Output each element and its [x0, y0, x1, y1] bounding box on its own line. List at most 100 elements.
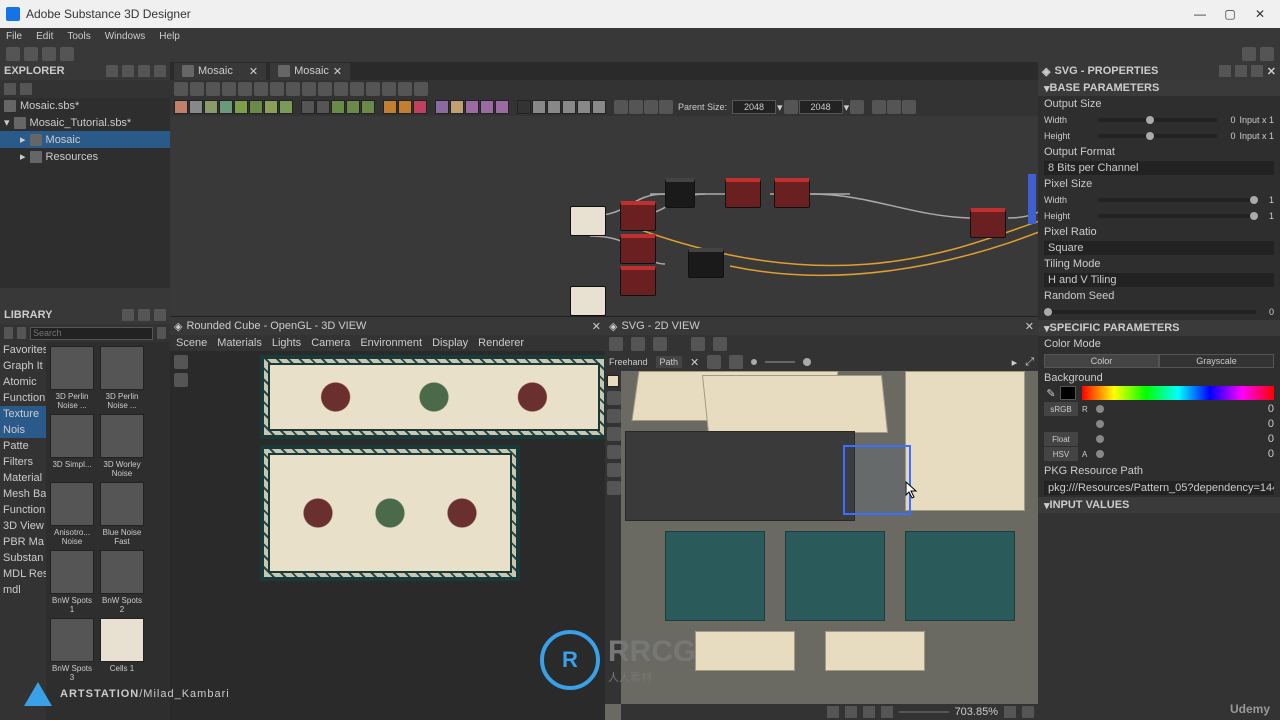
lib-thumb[interactable]: BnW Spots 3 [50, 618, 94, 682]
rect-tool-icon[interactable] [607, 427, 621, 441]
tool-icon[interactable] [190, 82, 204, 96]
pixel-width-slider[interactable] [1098, 198, 1256, 202]
palette-item[interactable] [189, 100, 203, 114]
close-view-icon[interactable]: ✕ [1025, 320, 1034, 333]
tree-item-mosaic-sbs[interactable]: Mosaic.sbs* [0, 98, 170, 114]
srgb-button[interactable]: sRGB [1044, 402, 1078, 416]
svg-fill-swatch[interactable] [607, 375, 619, 387]
palette-item[interactable] [219, 100, 233, 114]
undo-icon[interactable] [1242, 47, 1256, 61]
close-tab-icon[interactable]: ✕ [249, 65, 258, 78]
link-icon[interactable] [20, 83, 32, 95]
lib-thumb[interactable]: 3D Worley Noise [100, 414, 144, 478]
close-panel-icon[interactable] [154, 65, 166, 77]
brush-tool-icon[interactable] [607, 481, 621, 495]
palette-item[interactable] [592, 100, 606, 114]
menu-file[interactable]: File [6, 31, 22, 42]
lib-cat[interactable]: Function [0, 390, 46, 406]
lib-thumb[interactable]: 3D Perlin Noise ... [50, 346, 94, 410]
color-mode-toggle[interactable]: Color Grayscale [1044, 354, 1274, 368]
pixel-height-slider[interactable] [1098, 214, 1256, 218]
pin-icon[interactable] [1219, 65, 1231, 77]
view3d-tab[interactable]: Materials [217, 337, 262, 349]
lib-cat[interactable]: Material [0, 470, 46, 486]
palette-item[interactable] [264, 100, 278, 114]
view3d-tab[interactable]: Scene [176, 337, 207, 349]
size2-input[interactable] [799, 100, 843, 114]
lib-cat[interactable]: Function [0, 502, 46, 518]
palette-item[interactable] [413, 100, 427, 114]
palette-item[interactable] [465, 100, 479, 114]
palette-item[interactable] [316, 100, 330, 114]
pin-icon[interactable] [106, 65, 118, 77]
circle-tool-icon[interactable] [607, 445, 621, 459]
plus-icon[interactable] [122, 65, 134, 77]
maximize-button[interactable]: ▢ [1216, 4, 1244, 24]
palette-sep-icon[interactable] [614, 100, 628, 114]
tool-icon[interactable] [270, 82, 284, 96]
view3d-tool-icon[interactable] [174, 355, 188, 369]
pkg-path-input[interactable]: pkg:///Resources/Pattern_05?dependency=1… [1044, 481, 1274, 495]
view3d-tab[interactable]: Camera [311, 337, 350, 349]
redo-icon[interactable] [1260, 47, 1274, 61]
play-icon[interactable]: ▸ [1012, 356, 1018, 369]
timing-icon[interactable] [872, 100, 886, 114]
r-knob[interactable] [1096, 405, 1104, 413]
lib-cat[interactable]: mdl [0, 582, 46, 598]
palette-item[interactable] [361, 100, 375, 114]
max-icon[interactable] [1251, 65, 1263, 77]
library-search-input[interactable] [30, 327, 153, 340]
lib-cat[interactable]: Filters [0, 454, 46, 470]
palette-item[interactable] [279, 100, 293, 114]
lib-cat[interactable]: Atomic [0, 374, 46, 390]
palette-item[interactable] [249, 100, 263, 114]
section-input-values[interactable]: ▾ INPUT VALUES [1038, 497, 1280, 513]
open-icon[interactable] [24, 47, 38, 61]
camera-icon[interactable] [222, 82, 236, 96]
b-knob[interactable] [1096, 435, 1104, 443]
palette-item[interactable] [383, 100, 397, 114]
palette-item[interactable] [174, 100, 188, 114]
mode-freehand[interactable]: Freehand [609, 357, 648, 367]
lib-cat[interactable]: Mesh Ba [0, 486, 46, 502]
lib-thumb[interactable]: 3D Simpl... [50, 414, 94, 478]
save-all-icon[interactable] [60, 47, 74, 61]
view3d-tab[interactable]: Renderer [478, 337, 524, 349]
lock-icon[interactable] [1022, 706, 1034, 718]
palette-item[interactable] [301, 100, 315, 114]
snap-icon[interactable] [863, 706, 875, 718]
clear-search-icon[interactable] [157, 327, 166, 339]
output-format-dropdown[interactable]: 8 Bits per Channel [1044, 161, 1274, 175]
palette-sep-icon[interactable] [629, 100, 643, 114]
fit-icon[interactable] [1004, 706, 1016, 718]
close-panel-icon[interactable]: ✕ [1267, 65, 1276, 78]
graph-node[interactable] [774, 178, 810, 208]
palette-item[interactable] [331, 100, 345, 114]
tool-icon[interactable] [206, 82, 220, 96]
snap-icon[interactable] [881, 706, 893, 718]
histogram-icon[interactable] [691, 337, 705, 351]
tiling-mode-dropdown[interactable]: H and V Tiling [1044, 273, 1274, 287]
close-tab-icon[interactable]: ✕ [333, 65, 342, 78]
palette-sep-icon[interactable] [644, 100, 658, 114]
menu-windows[interactable]: Windows [105, 31, 146, 42]
close-button[interactable]: ✕ [1246, 4, 1274, 24]
random-seed-slider[interactable] [1044, 310, 1256, 314]
tool-icon[interactable] [350, 82, 364, 96]
tree-item-resources[interactable]: ▸ Resources [0, 148, 170, 165]
height-slider[interactable] [1098, 134, 1217, 138]
color-swatch[interactable] [1060, 386, 1076, 400]
info-icon[interactable] [653, 337, 667, 351]
graph-node[interactable] [970, 208, 1006, 238]
graph-node[interactable] [570, 286, 606, 316]
copy-icon[interactable] [631, 337, 645, 351]
info-icon[interactable] [238, 82, 252, 96]
palette-item[interactable] [398, 100, 412, 114]
palette-item[interactable] [435, 100, 449, 114]
lib-thumb[interactable]: 3D Perlin Noise ... [100, 346, 144, 410]
menu-edit[interactable]: Edit [36, 31, 53, 42]
g-knob[interactable] [1096, 420, 1104, 428]
tool-icon[interactable] [398, 82, 412, 96]
close-view-icon[interactable]: ✕ [592, 320, 601, 333]
lib-cat[interactable]: 3D View [0, 518, 46, 534]
